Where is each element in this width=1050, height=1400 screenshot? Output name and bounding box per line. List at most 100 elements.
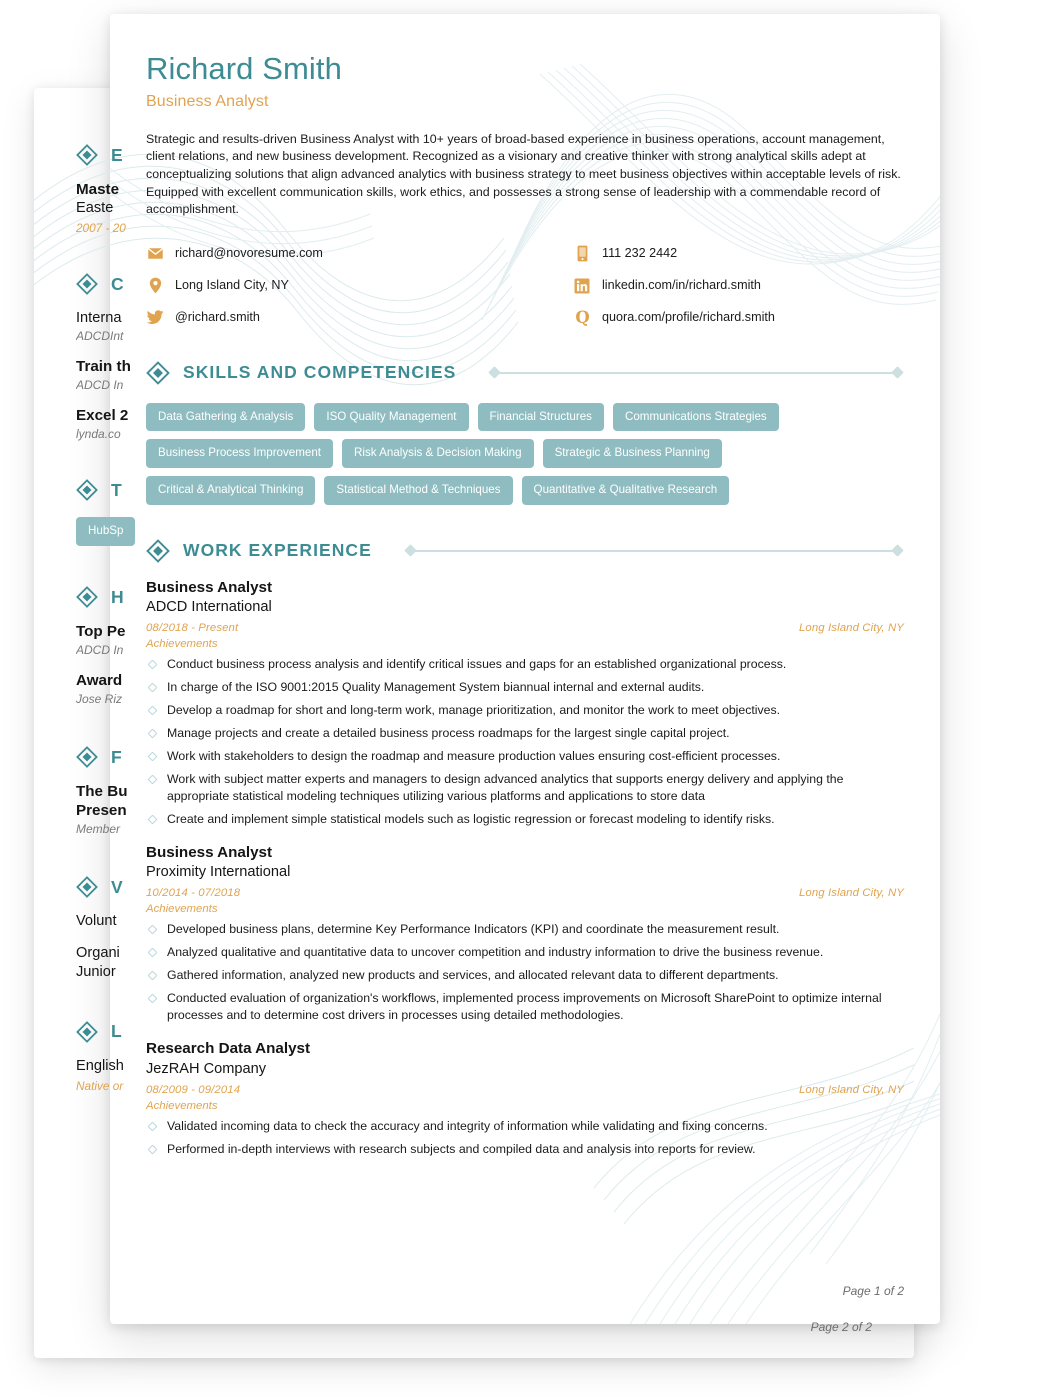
diamond-bullet-icon xyxy=(147,728,158,739)
diamond-bullet-icon xyxy=(147,993,158,1004)
diamond-bullet-icon xyxy=(146,360,170,385)
achievements-label: Achievements xyxy=(146,903,218,916)
achievement-text: Work with stakeholders to design the roa… xyxy=(167,748,781,763)
skills-section-title: SKILLS AND COMPETENCIES xyxy=(183,362,457,383)
skill-chip[interactable]: Critical & Analytical Thinking xyxy=(146,475,316,505)
contact-info: richard@novoresume.com Long Island City,… xyxy=(146,245,904,327)
skill-chip[interactable]: Risk Analysis & Decision Making xyxy=(342,439,534,468)
skill-chip[interactable]: Financial Structures xyxy=(477,402,604,432)
phone-icon xyxy=(573,245,591,263)
achievements-label: Achievements xyxy=(146,1099,218,1112)
skills-section-header: SKILLS AND COMPETENCIES xyxy=(146,360,904,385)
skill-chip[interactable]: Data Gathering & Analysis xyxy=(146,402,306,432)
achievement-item: Work with subject matter experts and man… xyxy=(146,771,904,805)
diamond-bullet-icon xyxy=(147,774,158,785)
diamond-bullet-icon xyxy=(147,924,158,935)
resume-page-1[interactable]: Richard Smith Business Analyst Strategic… xyxy=(110,14,940,1324)
diamond-bullet-icon xyxy=(147,751,158,762)
job-title: Business Analyst xyxy=(146,843,273,861)
experience-section-header: WORK EXPERIENCE xyxy=(146,538,904,563)
achievement-list: Validated incoming data to check the acc… xyxy=(146,1118,904,1158)
achievement-text: Manage projects and create a detailed bu… xyxy=(167,725,730,740)
contact-item-linkedin[interactable]: linkedin.com/in/richard.smith xyxy=(573,277,904,295)
contact-twitter-value: @richard.smith xyxy=(175,310,260,325)
twitter-icon xyxy=(146,309,164,327)
achievement-item: Analyzed qualitative and quantitative da… xyxy=(146,944,904,961)
diamond-bullet-icon xyxy=(76,586,98,608)
job-title: Research Data Analyst xyxy=(146,1040,311,1058)
achievement-list: Developed business plans, determine Key … xyxy=(146,921,904,1024)
skill-chip[interactable]: ISO Quality Management xyxy=(314,402,469,432)
experience-section-title: WORK EXPERIENCE xyxy=(183,540,372,561)
contact-location-value: Long Island City, NY xyxy=(175,278,289,293)
skill-chip[interactable]: Business Process Improvement xyxy=(146,439,334,468)
contact-quora-value: quora.com/profile/richard.smith xyxy=(602,310,775,325)
job-date-range: 08/2018 - Present xyxy=(146,622,239,635)
job-date-range: 10/2014 - 07/2018 xyxy=(146,887,241,900)
skills-chip-list: Data Gathering & Analysis ISO Quality Ma… xyxy=(146,402,846,505)
job-meta: 08/2009 - 09/2014 Long Island City, NY xyxy=(146,1084,904,1096)
achievement-item: Validated incoming data to check the acc… xyxy=(146,1118,904,1135)
diamond-bullet-icon xyxy=(147,1121,158,1132)
section-skills: SKILLS AND COMPETENCIES Data Gathering &… xyxy=(146,360,904,505)
location-icon xyxy=(146,277,164,295)
email-icon xyxy=(146,245,164,263)
contact-email-value: richard@novoresume.com xyxy=(175,246,323,261)
achievement-text: Gathered information, analyzed new produ… xyxy=(167,968,779,983)
page-1-footer-pagenumber: Page 1 of 2 xyxy=(842,1284,904,1298)
achievement-text: Work with subject matter experts and man… xyxy=(167,771,844,803)
diamond-bullet-icon xyxy=(76,1020,98,1043)
job-date-range: 08/2009 - 09/2014 xyxy=(146,1083,241,1096)
achievement-item: Develop a roadmap for short and long-ter… xyxy=(146,702,904,719)
achievement-item: Performed in-depth interviews with resea… xyxy=(146,1141,904,1158)
diamond-bullet-icon xyxy=(76,876,98,898)
section-divider-rule xyxy=(488,366,904,380)
rule-dot-right xyxy=(891,366,904,380)
skill-chip[interactable]: Quantitative & Qualitative Research xyxy=(521,475,730,505)
rule-dot-left xyxy=(403,544,417,557)
achievements-label: Achievements xyxy=(146,638,218,651)
achievement-item: Work with stakeholders to design the roa… xyxy=(146,748,904,765)
job-location: Long Island City, NY xyxy=(799,622,904,635)
professional-summary: Strategic and results-driven Business An… xyxy=(146,131,901,217)
diamond-bullet-icon xyxy=(76,144,98,166)
achievement-text: Conducted evaluation of organization's w… xyxy=(167,991,882,1023)
job-title: Business Analyst xyxy=(146,578,273,596)
rule-line xyxy=(499,371,893,374)
contact-item-phone[interactable]: 111 232 2442 xyxy=(573,245,904,263)
achievement-item: Create and implement simple statistical … xyxy=(146,811,904,828)
contact-item-location[interactable]: Long Island City, NY xyxy=(146,277,525,295)
contact-item-email[interactable]: richard@novoresume.com xyxy=(146,245,525,263)
job-location: Long Island City, NY xyxy=(799,1083,904,1096)
rule-dot-left xyxy=(488,366,502,380)
skill-chip[interactable]: Statistical Method & Techniques xyxy=(324,475,513,505)
diamond-bullet-icon xyxy=(147,682,158,693)
resume-header: Richard Smith Business Analyst Strategic… xyxy=(146,51,904,219)
achievement-item: Manage projects and create a detailed bu… xyxy=(146,725,904,742)
achievement-text: In charge of the ISO 9001:2015 Quality M… xyxy=(167,680,705,695)
skill-chip[interactable]: Communications Strategies xyxy=(612,402,779,432)
achievement-item: In charge of the ISO 9001:2015 Quality M… xyxy=(146,679,904,696)
contact-item-twitter[interactable]: @richard.smith xyxy=(146,309,525,327)
diamond-bullet-icon xyxy=(147,705,158,716)
skill-chip[interactable]: Strategic & Business Planning xyxy=(542,439,722,468)
achievement-text: Analyzed qualitative and quantitative da… xyxy=(167,945,824,960)
achievement-text: Validated incoming data to check the acc… xyxy=(167,1118,768,1133)
diamond-bullet-icon xyxy=(147,947,158,958)
candidate-job-title: Business Analyst xyxy=(146,92,269,110)
rule-line xyxy=(414,549,893,552)
achievement-item: Gathered information, analyzed new produ… xyxy=(146,967,904,984)
achievement-text: Performed in-depth interviews with resea… xyxy=(167,1141,756,1156)
contact-item-quora[interactable]: Q quora.com/profile/richard.smith xyxy=(573,309,904,327)
achievement-text: Conduct business process analysis and id… xyxy=(167,657,787,672)
job-company: Proximity International xyxy=(146,864,291,881)
achievement-text: Develop a roadmap for short and long-ter… xyxy=(167,703,781,717)
job-company: ADCD International xyxy=(146,599,272,616)
candidate-name: Richard Smith xyxy=(146,51,342,86)
achievement-item: Conducted evaluation of organization's w… xyxy=(146,990,904,1024)
rule-dot-right xyxy=(891,544,904,557)
diamond-bullet-icon xyxy=(147,814,158,825)
achievement-text: Create and implement simple statistical … xyxy=(167,811,775,826)
diamond-bullet-icon xyxy=(147,1144,158,1155)
page-1-content: Richard Smith Business Analyst Strategic… xyxy=(110,14,940,1324)
